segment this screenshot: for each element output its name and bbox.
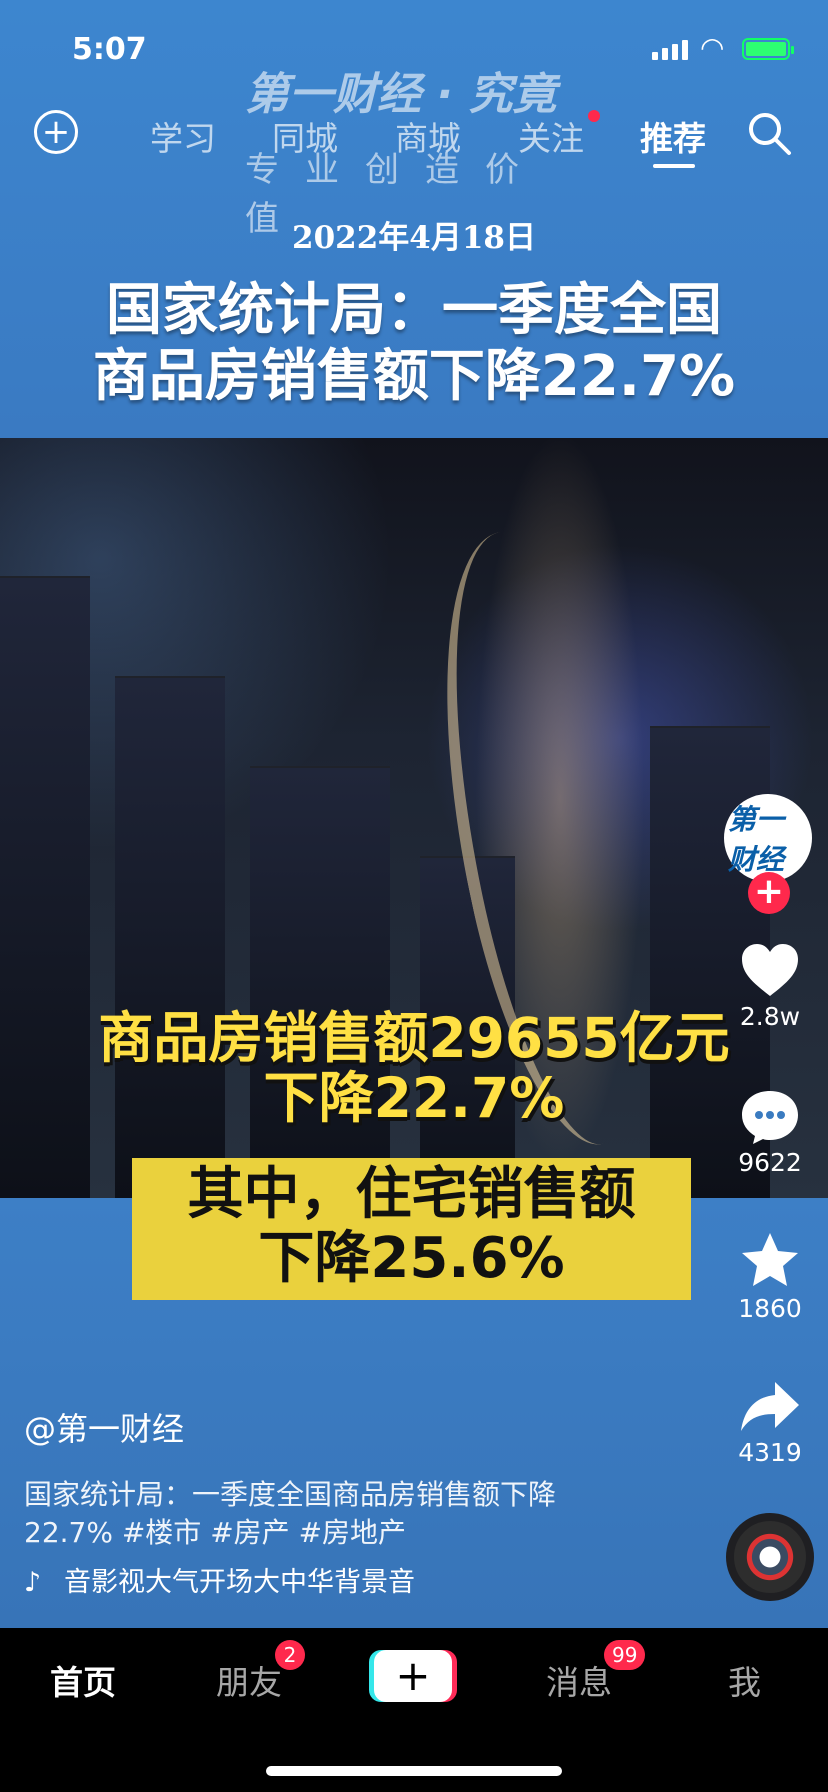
battery-charging-icon xyxy=(742,38,794,60)
music-disc[interactable] xyxy=(726,1513,814,1601)
top-feed-navigation: + 学习 同城 商城 关注 推荐 xyxy=(0,100,828,170)
caption-box-line-2: 下降25.6% xyxy=(258,1226,565,1291)
headline-line-2: 商品房销售额下降22.7% xyxy=(92,344,736,409)
notification-dot xyxy=(588,110,600,122)
share-action[interactable]: 4319 xyxy=(720,1378,820,1467)
video-caption: 商品房销售额29655亿元 下降22.7% xyxy=(34,1008,794,1128)
tab-mall[interactable]: 商城 xyxy=(395,112,461,160)
like-action[interactable]: 2.8w xyxy=(720,942,820,1031)
heart-icon[interactable] xyxy=(738,942,802,1000)
video-caption-box: 其中，住宅销售额 下降25.6% xyxy=(132,1158,691,1300)
cellular-signal-icon xyxy=(652,40,688,60)
building-shape xyxy=(250,766,390,1198)
comment-count: 9622 xyxy=(738,1148,802,1177)
video-action-rail: 第一财经 + 2.8w 9622 1860 4319 xyxy=(720,790,820,1600)
tab-following[interactable]: 关注 xyxy=(518,112,584,160)
search-icon[interactable] xyxy=(746,110,792,156)
video-headline: 国家统计局：一季度全国 商品房销售额下降22.7% xyxy=(22,278,806,410)
favorite-count: 1860 xyxy=(738,1294,802,1323)
creator-avatar[interactable]: 第一财经 xyxy=(724,794,812,882)
messages-badge: 99 xyxy=(604,1640,646,1670)
friends-badge: 2 xyxy=(275,1640,305,1670)
music-note-icon: ♪ xyxy=(24,1567,42,1598)
bottom-tab-messages[interactable]: 消息 xyxy=(546,1656,612,1704)
wifi-icon: ◠ xyxy=(700,31,725,64)
bottom-tab-home[interactable]: 首页 xyxy=(50,1656,116,1704)
comment-action[interactable]: 9622 xyxy=(720,1088,820,1177)
share-count: 4319 xyxy=(738,1438,802,1467)
star-icon[interactable] xyxy=(738,1230,802,1292)
plus-circle-icon[interactable]: + xyxy=(34,110,78,154)
bottom-tab-friends[interactable]: 朋友 xyxy=(216,1656,282,1704)
caption-line-1: 商品房销售额29655亿元 xyxy=(98,1006,730,1070)
home-indicator xyxy=(266,1766,562,1776)
create-button[interactable]: + xyxy=(374,1650,452,1702)
active-tab-underline xyxy=(653,164,695,168)
tab-local[interactable]: 同城 xyxy=(272,112,338,160)
bottom-navigation: 首页 朋友 2 + 消息 99 我 xyxy=(0,1628,828,1792)
tab-recommended[interactable]: 推荐 xyxy=(640,112,706,160)
post-author[interactable]: @第一财经 xyxy=(24,1404,634,1450)
like-count: 2.8w xyxy=(739,1002,801,1031)
video-date: 2022年4月18日 xyxy=(292,220,536,256)
music-info[interactable]: ♪ 音影视大气开场大中华背景音 xyxy=(24,1560,434,1600)
bottom-tab-me[interactable]: 我 xyxy=(728,1656,761,1704)
follow-button[interactable]: + xyxy=(748,872,790,914)
caption-box-line-1: 其中，住宅销售额 xyxy=(187,1162,636,1227)
favorite-action[interactable]: 1860 xyxy=(720,1230,820,1323)
comment-icon[interactable] xyxy=(738,1088,802,1146)
headline-line-1: 国家统计局：一季度全国 xyxy=(106,278,722,343)
post-description[interactable]: 国家统计局：一季度全国商品房销售额下降22.7% #楼市 #房产 #房地产 xyxy=(24,1476,634,1552)
caption-line-2: 下降22.7% xyxy=(263,1066,565,1130)
music-title: 音影视大气开场大中华背景音 xyxy=(64,1567,415,1598)
post-info: @第一财经 国家统计局：一季度全国商品房销售额下降22.7% #楼市 #房产 #… xyxy=(24,1404,634,1552)
tab-learning[interactable]: 学习 xyxy=(150,112,216,160)
share-icon[interactable] xyxy=(737,1378,803,1436)
status-time: 5:07 xyxy=(72,32,147,67)
